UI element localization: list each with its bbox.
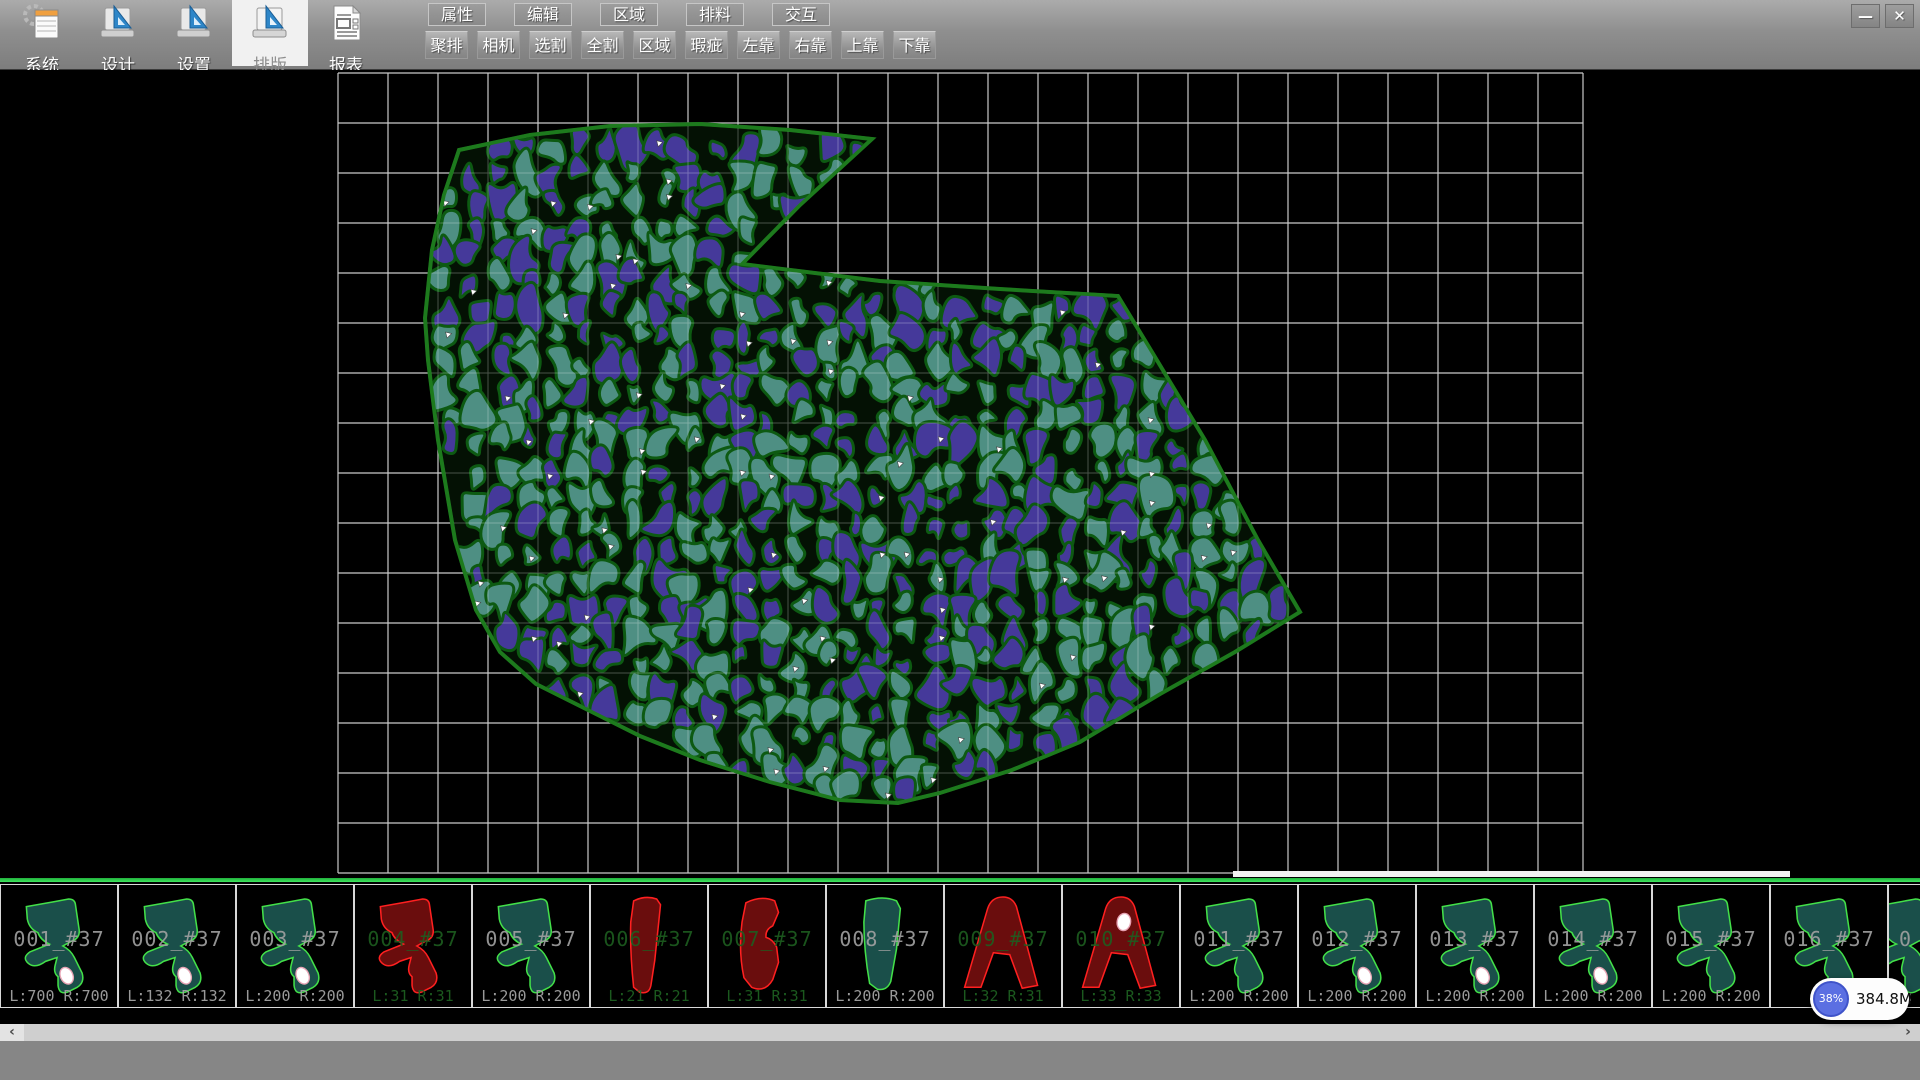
tool-button-2[interactable]: 相机 <box>477 31 520 59</box>
part-thumbnail-9[interactable]: 009_#37L:32 R:31 <box>944 884 1062 1008</box>
menu-tab-row: 属性 编辑 区域 排料 交互 <box>428 3 830 26</box>
memory-usage-value: 384.8M <box>1856 978 1912 1020</box>
part-thumbnail-15[interactable]: 015_#37L:200 R:200 <box>1652 884 1770 1008</box>
part-thumbnail-13[interactable]: 013_#37L:200 R:200 <box>1416 884 1534 1008</box>
part-shape <box>1073 887 1169 1005</box>
menu-tab-3[interactable]: 区域 <box>600 3 658 26</box>
tool-button-1[interactable]: 聚排 <box>425 31 468 59</box>
part-thumbnail-11[interactable]: 011_#37L:200 R:200 <box>1180 884 1298 1008</box>
part-thumbnail-5[interactable]: 005_#37L:200 R:200 <box>472 884 590 1008</box>
part-shape <box>483 887 579 1005</box>
part-thumbnail-6[interactable]: 006_#37L:21 R:21 <box>590 884 708 1008</box>
tool-button-9[interactable]: 上靠 <box>841 31 884 59</box>
launcher-button-3[interactable]: 设置 <box>156 0 232 66</box>
part-shape <box>837 887 933 1005</box>
window-controls: — ✕ <box>1851 4 1914 28</box>
main-toolbar: 系统设计设置排版报表 属性编辑区域排料交互 聚排相机选割全割区域瑕疵左靠右靠上靠… <box>0 0 1920 70</box>
horizontal-scrollbar[interactable]: ‹ › <box>0 1024 1920 1041</box>
part-thumbnail-12[interactable]: 012_#37L:200 R:200 <box>1298 884 1416 1008</box>
part-shape <box>1309 887 1405 1005</box>
tool-button-row: 聚排相机选割全割区域瑕疵左靠右靠上靠下靠 <box>425 31 936 59</box>
part-shape <box>1427 887 1523 1005</box>
menu-tab-4[interactable]: 排料 <box>686 3 744 26</box>
parts-strip-divider <box>0 878 1920 882</box>
part-thumbnail-3[interactable]: 003_#37L:200 R:200 <box>236 884 354 1008</box>
tool-button-4[interactable]: 全割 <box>581 31 624 59</box>
system-gear-table-icon <box>20 2 64 50</box>
launcher-button-1[interactable]: 系统 <box>4 0 80 66</box>
minimize-button[interactable]: — <box>1851 4 1880 28</box>
menu-tab-5[interactable]: 交互 <box>772 3 830 26</box>
menu-tab-2[interactable]: 编辑 <box>514 3 572 26</box>
part-thumbnail-1[interactable]: 001_#37L:700 R:700 <box>0 884 118 1008</box>
part-shape <box>719 887 815 1005</box>
nesting-canvas[interactable] <box>0 70 1920 878</box>
close-button[interactable]: ✕ <box>1885 4 1914 28</box>
part-shape <box>247 887 343 1005</box>
part-thumbnail-2[interactable]: 002_#37L:132 R:132 <box>118 884 236 1008</box>
tool-button-7[interactable]: 左靠 <box>737 31 780 59</box>
part-shape <box>1663 887 1759 1005</box>
launcher-button-5[interactable]: 报表 <box>308 0 384 66</box>
part-shape <box>601 887 697 1005</box>
part-shape <box>129 887 225 1005</box>
tool-button-10[interactable]: 下靠 <box>893 31 936 59</box>
tool-button-6[interactable]: 瑕疵 <box>685 31 728 59</box>
memory-usage-badge[interactable]: 38% 384.8M <box>1810 978 1909 1020</box>
tool-button-8[interactable]: 右靠 <box>789 31 832 59</box>
launcher-button-group: 系统设计设置排版报表 <box>4 0 384 70</box>
nesting-laptop-icon <box>248 2 292 50</box>
design-laptop-icon <box>96 2 140 50</box>
part-shape <box>365 887 461 1005</box>
part-thumbnail-14[interactable]: 014_#37L:200 R:200 <box>1534 884 1652 1008</box>
part-thumbnail-4[interactable]: 004_#37L:31 R:31 <box>354 884 472 1008</box>
menu-tab-1[interactable]: 属性 <box>428 3 486 26</box>
part-thumbnail-8[interactable]: 008_#37L:200 R:200 <box>826 884 944 1008</box>
part-thumbnail-10[interactable]: 010_#37L:33 R:33 <box>1062 884 1180 1008</box>
usage-percent-indicator: 38% <box>1813 981 1849 1017</box>
scroll-right-arrow-icon[interactable]: › <box>1896 1024 1920 1041</box>
part-shape <box>11 887 107 1005</box>
part-shape <box>955 887 1051 1005</box>
part-shape <box>1545 887 1641 1005</box>
nesting-canvas-svg <box>0 70 1920 878</box>
tool-button-5[interactable]: 区域 <box>633 31 676 59</box>
tool-button-3[interactable]: 选割 <box>529 31 572 59</box>
report-document-icon <box>324 2 368 50</box>
scroll-left-arrow-icon[interactable]: ‹ <box>0 1024 24 1041</box>
part-thumbnail-7[interactable]: 007_#37L:31 R:31 <box>708 884 826 1008</box>
status-bar <box>0 1041 1920 1080</box>
launcher-button-2[interactable]: 设计 <box>80 0 156 66</box>
launcher-button-4[interactable]: 排版 <box>232 0 308 66</box>
parts-thumbnail-strip: 001_#37L:700 R:700002_#37L:132 R:132003_… <box>0 884 1920 1008</box>
part-shape <box>1191 887 1287 1005</box>
settings-laptop-icon <box>172 2 216 50</box>
parts-strip-scroll-thumb[interactable] <box>1233 871 1790 877</box>
